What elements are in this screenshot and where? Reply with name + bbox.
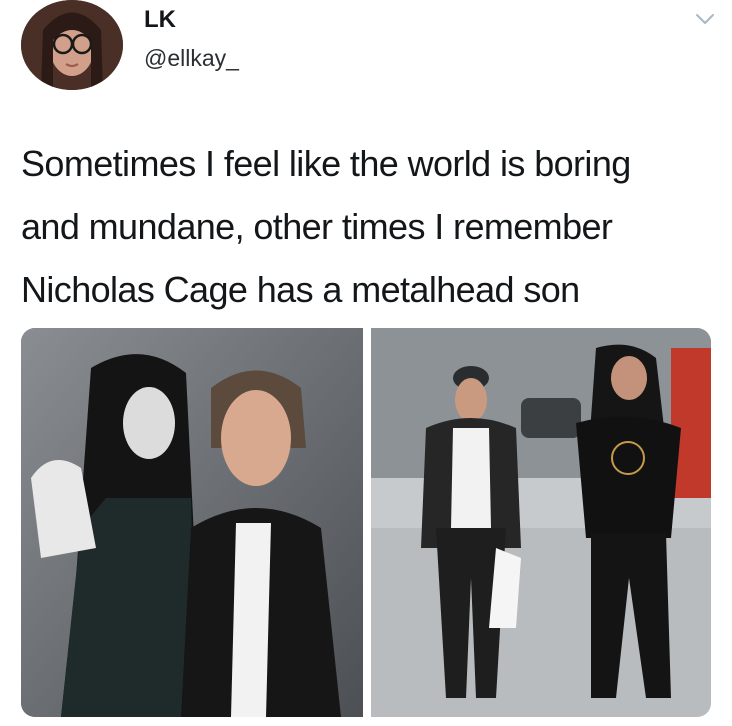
user-handle[interactable]: @ellkay_ <box>144 45 239 72</box>
tweet-text: Sometimes I feel like the world is borin… <box>21 132 711 321</box>
avatar[interactable] <box>21 0 123 90</box>
tweet-text-line: and mundane, other times I remember <box>21 206 613 247</box>
tweet-media <box>21 328 711 717</box>
avatar-photo <box>21 0 123 90</box>
chevron-down-icon[interactable] <box>694 8 716 30</box>
tweet-header: LK @ellkay_ <box>0 0 732 110</box>
photo-left[interactable] <box>21 328 363 717</box>
photo-right[interactable] <box>371 328 711 717</box>
tweet-text-line: Sometimes I feel like the world is borin… <box>21 143 631 184</box>
display-name[interactable]: LK <box>144 6 176 34</box>
tweet-text-line: Nicholas Cage has a metalhead son <box>21 269 580 310</box>
